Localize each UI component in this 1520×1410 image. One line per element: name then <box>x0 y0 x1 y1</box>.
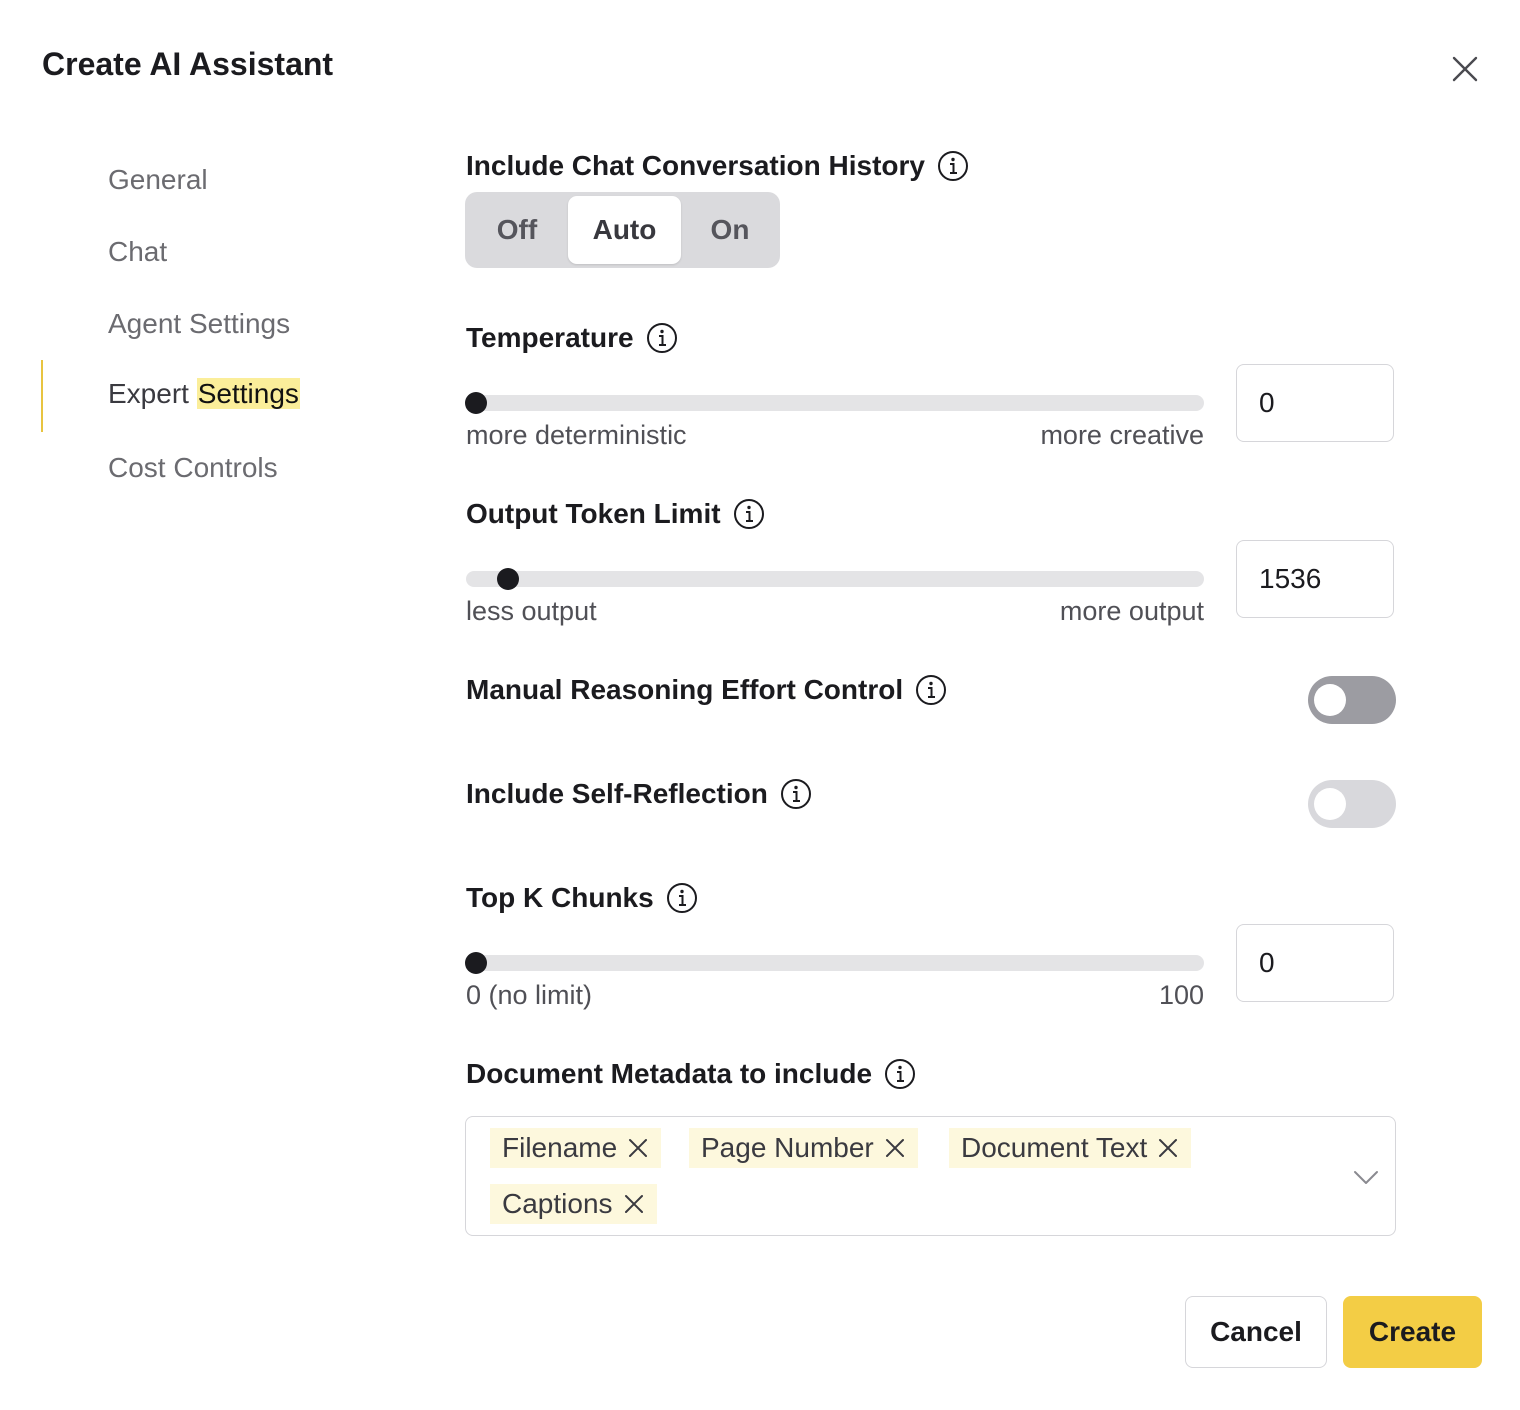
chat-history-option-auto[interactable]: Auto <box>568 196 681 264</box>
output-token-limit-slider-thumb[interactable] <box>497 568 520 590</box>
nav-item-expert-settings[interactable]: Expert Settings <box>108 378 300 410</box>
info-icon[interactable] <box>646 322 678 354</box>
temperature-label-text: Temperature <box>466 322 634 353</box>
chat-history-segmented-control: Off Auto On <box>465 192 780 268</box>
manual-reasoning-label: Manual Reasoning Effort Control <box>466 674 947 706</box>
chevron-down-icon[interactable] <box>1352 1165 1380 1189</box>
top-k-slider[interactable] <box>465 952 1204 974</box>
nav-item-expert-prefix: Expert <box>108 378 189 409</box>
info-icon[interactable] <box>780 778 812 810</box>
output-token-limit-max-hint: more output <box>1059 596 1204 626</box>
cancel-button[interactable]: Cancel <box>1185 1296 1327 1368</box>
top-k-max-hint: 100 <box>1158 980 1204 1010</box>
info-icon[interactable] <box>915 674 947 706</box>
metadata-tag-filename: Filename <box>490 1128 662 1168</box>
metadata-tag-captions: Captions <box>490 1184 657 1224</box>
nav-item-expert-highlight: Settings <box>196 378 300 409</box>
output-token-limit-label: Output Token Limit <box>466 498 765 530</box>
temperature-label: Temperature <box>466 322 678 354</box>
output-token-limit-input[interactable] <box>1236 540 1394 618</box>
chat-history-option-on[interactable]: On <box>684 196 776 264</box>
output-token-limit-label-text: Output Token Limit <box>466 498 721 529</box>
close-icon[interactable] <box>1448 52 1482 86</box>
top-k-label: Top K Chunks <box>466 882 698 914</box>
manual-reasoning-toggle-knob <box>1314 684 1346 716</box>
info-icon[interactable] <box>666 882 698 914</box>
info-icon[interactable] <box>733 498 765 530</box>
metadata-label: Document Metadata to include <box>466 1058 916 1090</box>
self-reflection-label-text: Include Self-Reflection <box>466 778 768 809</box>
metadata-tag-label: Captions <box>502 1188 613 1219</box>
temperature-slider-thumb[interactable] <box>465 392 487 414</box>
metadata-tag-label: Filename <box>502 1132 618 1163</box>
nav-item-cost-controls[interactable]: Cost Controls <box>108 452 278 484</box>
top-k-slider-thumb[interactable] <box>465 952 487 974</box>
metadata-tag-label: Document Text <box>961 1132 1148 1163</box>
top-k-min-hint: 0 (no limit) <box>466 980 593 1010</box>
output-token-limit-min-hint: less output <box>466 596 597 626</box>
temperature-input[interactable] <box>1236 364 1394 442</box>
dialog-title: Create AI Assistant <box>42 46 334 82</box>
remove-tag-icon[interactable] <box>627 1137 649 1159</box>
create-button[interactable]: Create <box>1343 1296 1482 1368</box>
chat-history-option-off[interactable]: Off <box>469 196 565 264</box>
remove-tag-icon[interactable] <box>1157 1137 1179 1159</box>
info-icon[interactable] <box>937 150 969 182</box>
nav-item-general[interactable]: General <box>108 164 208 196</box>
output-token-limit-slider[interactable] <box>466 568 1204 590</box>
remove-tag-icon[interactable] <box>884 1137 906 1159</box>
self-reflection-label: Include Self-Reflection <box>466 778 812 810</box>
self-reflection-toggle-knob <box>1314 788 1346 820</box>
info-icon[interactable] <box>884 1058 916 1090</box>
self-reflection-toggle[interactable] <box>1308 780 1396 828</box>
metadata-tag-page-number: Page Number <box>689 1128 918 1168</box>
temperature-slider[interactable] <box>465 392 1204 414</box>
nav-item-agent-settings[interactable]: Agent Settings <box>108 308 290 340</box>
metadata-tag-document-text: Document Text <box>949 1128 1192 1168</box>
manual-reasoning-label-text: Manual Reasoning Effort Control <box>466 674 904 705</box>
metadata-label-text: Document Metadata to include <box>466 1058 873 1089</box>
nav-active-indicator <box>41 360 43 432</box>
manual-reasoning-toggle[interactable] <box>1308 676 1396 724</box>
temperature-max-hint: more creative <box>1040 420 1204 450</box>
nav-item-chat[interactable]: Chat <box>108 236 167 268</box>
remove-tag-icon[interactable] <box>623 1193 645 1215</box>
metadata-tag-label: Page Number <box>701 1132 874 1163</box>
chat-history-label: Include Chat Conversation History <box>466 150 969 182</box>
top-k-input[interactable] <box>1236 924 1394 1002</box>
top-k-label-text: Top K Chunks <box>466 882 654 913</box>
chat-history-label-text: Include Chat Conversation History <box>466 150 925 181</box>
temperature-min-hint: more deterministic <box>466 420 687 450</box>
